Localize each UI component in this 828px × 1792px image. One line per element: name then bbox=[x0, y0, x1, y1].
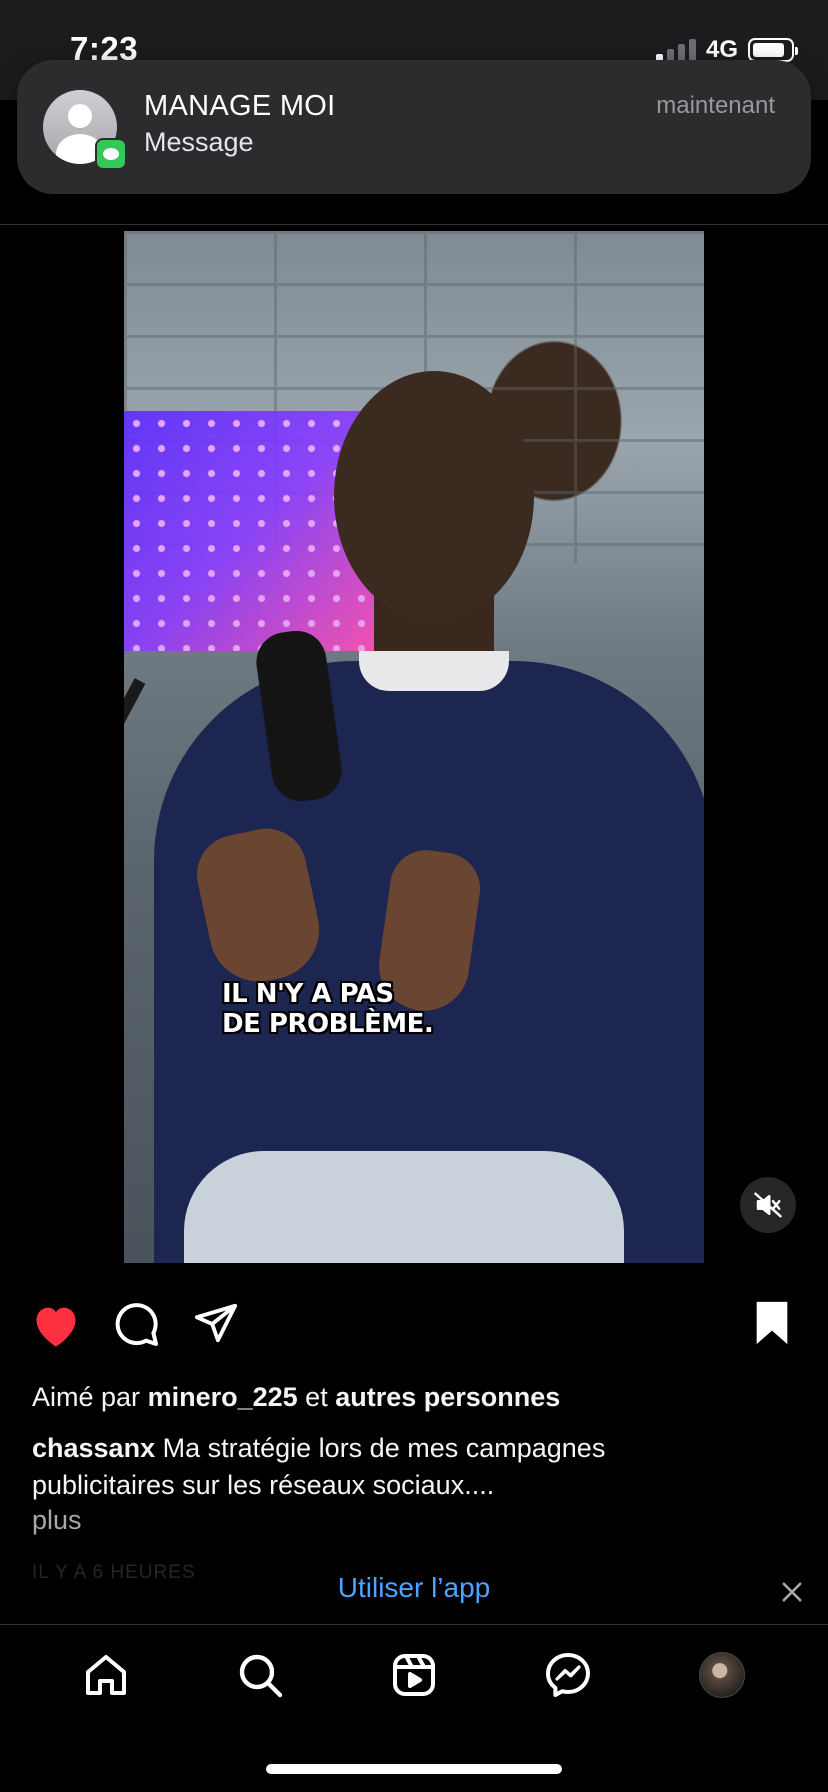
search-icon[interactable] bbox=[235, 1650, 285, 1700]
reels-icon[interactable] bbox=[389, 1650, 439, 1700]
likes-summary[interactable]: Aimé par minero_225 et autres personnes bbox=[32, 1382, 560, 1413]
likes-joiner: et bbox=[305, 1382, 328, 1412]
header-divider bbox=[0, 224, 828, 225]
profile-tab[interactable] bbox=[697, 1650, 747, 1700]
comment-icon[interactable] bbox=[112, 1300, 160, 1353]
messages-app-icon bbox=[95, 138, 127, 170]
bookmark-icon[interactable] bbox=[752, 1300, 792, 1351]
home-icon[interactable] bbox=[81, 1650, 131, 1700]
post-caption: chassanx Ma stratégie lors de mes campag… bbox=[32, 1430, 732, 1504]
battery-icon bbox=[748, 38, 798, 62]
notification-title: MANAGE MOI bbox=[144, 90, 336, 122]
heart-icon[interactable] bbox=[30, 1300, 82, 1355]
tabbar-divider bbox=[0, 1624, 828, 1625]
use-app-link[interactable]: Utiliser l’app bbox=[0, 1572, 828, 1604]
post-video[interactable]: IL N'Y A PAS DE PROBLÈME. bbox=[124, 231, 704, 1263]
share-icon[interactable] bbox=[193, 1300, 239, 1351]
messenger-icon[interactable] bbox=[543, 1650, 593, 1700]
notification-banner[interactable]: MANAGE MOI Message maintenant bbox=[17, 60, 811, 194]
more-link[interactable]: plus bbox=[32, 1505, 82, 1536]
close-icon[interactable] bbox=[778, 1578, 806, 1611]
profile-avatar bbox=[699, 1652, 745, 1698]
post-actions bbox=[0, 1300, 828, 1354]
video-subtitle: IL N'Y A PAS DE PROBLÈME. bbox=[222, 979, 434, 1039]
speaker-muted-icon[interactable] bbox=[740, 1177, 796, 1233]
author-username[interactable]: chassanx bbox=[32, 1433, 155, 1463]
liker-username[interactable]: minero_225 bbox=[148, 1382, 298, 1412]
notification-subtitle: Message bbox=[144, 127, 254, 157]
tab-bar bbox=[0, 1650, 828, 1700]
home-indicator[interactable] bbox=[266, 1764, 562, 1774]
cellular-signal-icon bbox=[655, 38, 696, 62]
likes-prefix: Aimé par bbox=[32, 1382, 141, 1412]
likes-others[interactable]: autres personnes bbox=[335, 1382, 560, 1412]
notification-time: maintenant bbox=[656, 92, 775, 119]
